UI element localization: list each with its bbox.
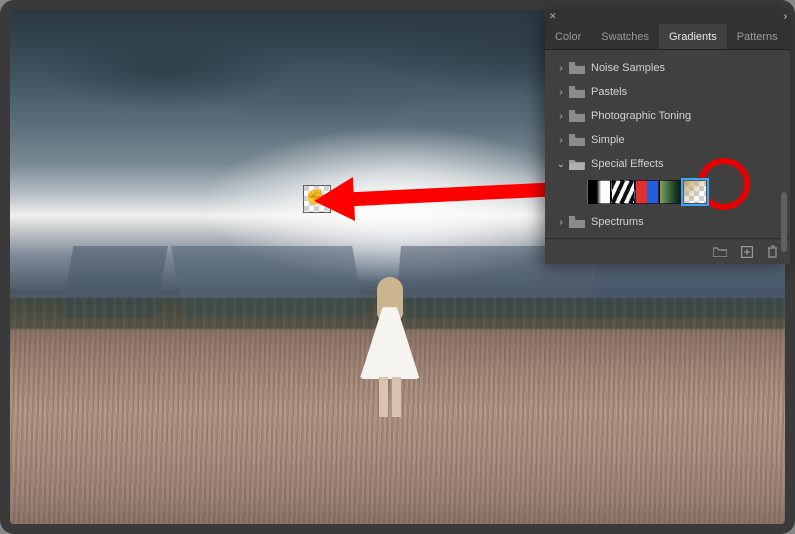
panel-tabs: Color Swatches Gradients Patterns [545, 24, 790, 50]
annotation-arrow-head [313, 177, 355, 223]
folder-simple[interactable]: › Simple [545, 128, 790, 152]
folder-pastels[interactable]: › Pastels [545, 80, 790, 104]
tab-gradients[interactable]: Gradients [659, 24, 727, 49]
subject-figure [367, 277, 413, 417]
folder-icon [569, 86, 585, 98]
special-effects-presets [545, 176, 790, 210]
folder-icon [569, 62, 585, 74]
close-panel-icon[interactable]: ✕ [549, 11, 557, 22]
gradient-preset-selected[interactable] [683, 180, 707, 204]
new-group-icon[interactable] [713, 246, 727, 257]
chevron-right-icon: › [555, 111, 567, 122]
chevron-right-icon: › [555, 135, 567, 146]
panel-menu-icon[interactable] [788, 32, 795, 42]
folder-noise-samples[interactable]: › Noise Samples [545, 56, 790, 80]
chevron-right-icon: › [555, 87, 567, 98]
folder-label: Simple [591, 134, 625, 146]
trash-icon[interactable] [767, 245, 778, 258]
folder-label: Special Effects [591, 158, 664, 170]
gradients-panel: ✕ › › Color Swatches Gradients Patterns ›… [545, 10, 790, 264]
chevron-right-icon: › [555, 217, 567, 228]
folder-label: Spectrums [591, 216, 644, 228]
folder-photographic-toning[interactable]: › Photographic Toning [545, 104, 790, 128]
gradient-preset[interactable] [659, 180, 683, 204]
panel-scrollbar[interactable] [781, 82, 787, 234]
panel-footer [545, 238, 790, 264]
folder-spectrums[interactable]: › Spectrums [545, 210, 790, 234]
folder-special-effects[interactable]: ⌄ Special Effects [545, 152, 790, 176]
folder-label: Noise Samples [591, 62, 665, 74]
gradient-preset[interactable] [635, 180, 659, 204]
new-gradient-icon[interactable] [741, 246, 753, 258]
gradient-preset[interactable] [587, 180, 611, 204]
gradient-preset[interactable] [611, 180, 635, 204]
tab-patterns[interactable]: Patterns [727, 24, 788, 49]
folder-icon [569, 216, 585, 228]
panel-body: › Noise Samples › Pastels › Photographic… [545, 50, 790, 238]
tab-swatches[interactable]: Swatches [591, 24, 659, 49]
folder-open-icon [569, 158, 585, 170]
folder-label: Pastels [591, 86, 627, 98]
folder-label: Photographic Toning [591, 110, 691, 122]
folder-icon [569, 134, 585, 146]
chevron-right-icon: › [555, 63, 567, 74]
chevron-down-icon: ⌄ [555, 159, 567, 170]
tab-color[interactable]: Color [545, 24, 591, 49]
folder-icon [569, 110, 585, 122]
scrollbar-thumb[interactable] [781, 192, 787, 252]
